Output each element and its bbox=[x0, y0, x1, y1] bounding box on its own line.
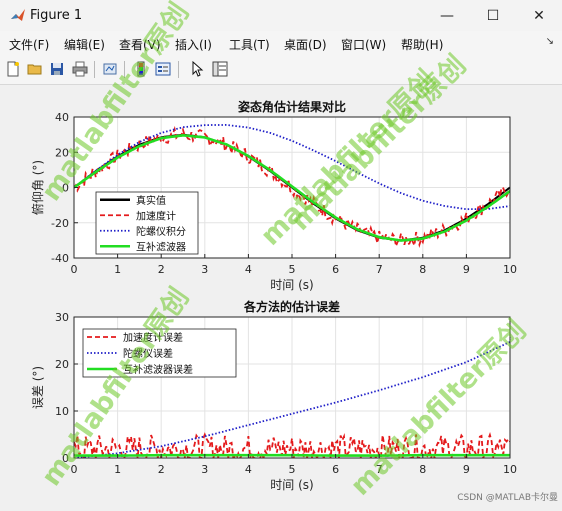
x-axis-label: 时间 (s) bbox=[270, 478, 313, 492]
x-tick-label: 6 bbox=[332, 463, 339, 476]
axes-2: 0 1 2 3 4 5 6 7 8 9 10 0 10 20 30 各方法的估计误差时间 (s) 误差 (°) 加… bbox=[31, 299, 517, 492]
menu-desktop[interactable]: 桌面(D) bbox=[284, 36, 327, 53]
menu-tools[interactable]: 工具(T) bbox=[229, 36, 270, 53]
menu-view[interactable]: 查看(V) bbox=[119, 36, 161, 53]
chart-title: 姿态角估计结果对比 bbox=[238, 99, 346, 114]
legend-entry: 加速度计 bbox=[136, 209, 176, 222]
edit-plot-cursor-icon[interactable] bbox=[188, 60, 206, 78]
y-tick-label: 0 bbox=[62, 182, 69, 195]
x-tick-label: 9 bbox=[463, 263, 470, 276]
window-title: Figure 1 bbox=[30, 8, 82, 23]
print-icon[interactable] bbox=[71, 60, 89, 78]
save-icon[interactable] bbox=[48, 60, 66, 78]
matlab-logo-icon bbox=[10, 8, 26, 24]
x-axis-label: 时间 (s) bbox=[270, 278, 313, 292]
insert-colorbar-icon[interactable] bbox=[132, 60, 150, 78]
legend-entry: 陀螺仪积分 bbox=[136, 225, 186, 238]
x-tick-label: 1 bbox=[114, 263, 121, 276]
credit-text: CSDN @MATLAB卡尔曼 bbox=[457, 490, 558, 503]
insert-legend-icon[interactable] bbox=[154, 60, 172, 78]
link-plot-icon[interactable] bbox=[101, 60, 119, 78]
legend-entry: 真实值 bbox=[136, 194, 166, 207]
y-tick-label: 20 bbox=[55, 358, 69, 371]
x-tick-label: 3 bbox=[201, 263, 208, 276]
y-tick-label: -20 bbox=[51, 217, 69, 230]
x-tick-label: 2 bbox=[158, 463, 165, 476]
x-tick-label: 8 bbox=[419, 463, 426, 476]
x-tick-label: 5 bbox=[289, 463, 296, 476]
x-tick-label: 4 bbox=[245, 263, 252, 276]
x-tick-label: 3 bbox=[201, 463, 208, 476]
menu-bar: 文件(F) 编辑(E) 查看(V) 插入(I) 工具(T) 桌面(D) 窗口(W… bbox=[0, 31, 562, 56]
maximize-button[interactable]: ☐ bbox=[470, 0, 516, 31]
legend-entry: 陀螺仪误差 bbox=[123, 347, 173, 360]
menu-dock-arrow-icon[interactable]: ↘ bbox=[546, 36, 554, 47]
x-tick-label: 7 bbox=[376, 463, 383, 476]
toolbar-separator bbox=[178, 61, 179, 78]
legend-entry: 互补滤波器误差 bbox=[123, 363, 193, 376]
menu-help[interactable]: 帮助(H) bbox=[401, 36, 443, 53]
y-tick-label: -40 bbox=[51, 252, 69, 265]
chart-title: 各方法的估计误差 bbox=[243, 299, 340, 314]
y-tick-label: 0 bbox=[62, 452, 69, 465]
axes-1: 0 1 2 3 4 5 6 7 8 9 10 -40 -20 0 20 40 姿态角估计结果对比时间 (s) 俯仰… bbox=[30, 99, 517, 292]
toolbar-separator bbox=[94, 61, 95, 78]
minimize-button[interactable]: — bbox=[424, 0, 470, 31]
menu-insert[interactable]: 插入(I) bbox=[175, 36, 212, 53]
y-tick-label: 20 bbox=[55, 146, 69, 159]
x-tick-label: 0 bbox=[71, 463, 78, 476]
y-tick-label: 10 bbox=[55, 405, 69, 418]
legend-entry: 加速度计误差 bbox=[123, 331, 183, 344]
toolbar bbox=[0, 56, 562, 85]
property-inspector-icon[interactable] bbox=[211, 60, 229, 78]
y-axis-label: 误差 (°) bbox=[31, 366, 45, 409]
x-tick-label: 7 bbox=[376, 263, 383, 276]
x-tick-label: 5 bbox=[289, 263, 296, 276]
menu-window[interactable]: 窗口(W) bbox=[341, 36, 386, 53]
toolbar-separator bbox=[124, 61, 125, 78]
legend-entry: 互补滤波器 bbox=[136, 240, 186, 253]
menu-edit[interactable]: 编辑(E) bbox=[64, 36, 105, 53]
x-tick-label: 1 bbox=[114, 463, 121, 476]
x-tick-label: 8 bbox=[419, 263, 426, 276]
x-tick-label: 10 bbox=[503, 263, 517, 276]
new-file-icon[interactable] bbox=[4, 60, 22, 78]
menu-file[interactable]: 文件(F) bbox=[9, 36, 49, 53]
figure-canvas: 012345678910-40-2002040姿态角估计结果对比时间 (s)俯仰… bbox=[0, 85, 562, 507]
x-tick-label: 0 bbox=[71, 263, 78, 276]
y-axis-label: 俯仰角 (°) bbox=[30, 160, 45, 215]
close-button[interactable]: ✕ bbox=[516, 0, 562, 31]
x-tick-label: 4 bbox=[245, 463, 252, 476]
x-tick-label: 10 bbox=[503, 463, 517, 476]
figure-plots[interactable]: 012345678910-40-2002040姿态角估计结果对比时间 (s)俯仰… bbox=[0, 85, 562, 507]
open-folder-icon[interactable] bbox=[26, 60, 44, 78]
x-tick-label: 6 bbox=[332, 263, 339, 276]
x-tick-label: 9 bbox=[463, 463, 470, 476]
y-tick-label: 40 bbox=[55, 111, 69, 124]
title-bar: Figure 1 — ☐ ✕ bbox=[0, 0, 562, 32]
y-tick-label: 30 bbox=[55, 311, 69, 324]
x-tick-label: 2 bbox=[158, 263, 165, 276]
